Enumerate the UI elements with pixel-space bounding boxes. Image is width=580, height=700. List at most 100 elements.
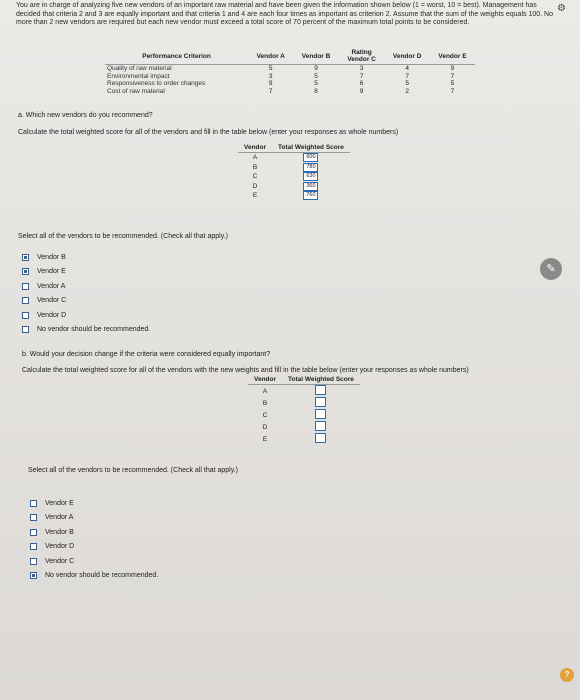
criteria-table: Performance Criterion Vendor A Vendor B … xyxy=(105,48,475,95)
table-row: C 630 xyxy=(238,172,350,182)
rating-cell: 4 xyxy=(405,65,409,72)
part-b-score-table: Vendor Total Weighted Score A B C D E xyxy=(248,375,360,445)
table-row: Cost of raw material 7 8 9 2 7 xyxy=(105,88,475,96)
option-vendor-e[interactable]: Vendor E xyxy=(30,496,158,511)
checkbox[interactable] xyxy=(22,326,29,334)
option-no-vendor[interactable]: No vendor should be recommended. xyxy=(22,323,150,338)
option-label: Vendor D xyxy=(37,311,67,319)
option-label: Vendor E xyxy=(37,268,66,276)
score-input[interactable]: 360 xyxy=(303,181,319,191)
gear-icon[interactable]: ⚙ xyxy=(557,3,566,14)
rating-cell: 3 xyxy=(268,72,273,80)
table-row: D 360 xyxy=(238,181,350,192)
option-vendor-e[interactable]: Vendor E xyxy=(22,265,150,280)
score-input[interactable] xyxy=(315,385,327,395)
table-row: A 600 xyxy=(238,153,350,163)
score-input[interactable] xyxy=(315,433,327,443)
part-a-score-table: Vendor Total Weighted Score A 600 B 780 … xyxy=(238,143,350,201)
checkbox[interactable] xyxy=(22,268,29,276)
score-column-header: Total Weighted Score xyxy=(282,375,360,385)
rating-cell: 7 xyxy=(450,72,455,80)
rating-cell: 5 xyxy=(405,80,409,87)
table-row: Quality of raw material 5 9 3 4 9 xyxy=(105,65,475,73)
criterion-label: Quality of raw material xyxy=(107,65,172,72)
rating-cell: 5 xyxy=(450,80,455,87)
vendor-cell: A xyxy=(262,387,268,395)
checkbox[interactable] xyxy=(30,557,37,565)
criteria-header: Vendor B xyxy=(293,48,339,65)
rating-cell: 7 xyxy=(405,72,409,80)
score-input[interactable] xyxy=(315,409,327,419)
option-vendor-d[interactable]: Vendor D xyxy=(30,540,158,555)
option-vendor-a[interactable]: Vendor A xyxy=(22,279,150,294)
part-b-instruction: Calculate the total weighted score for a… xyxy=(22,367,469,374)
checkbox[interactable] xyxy=(30,528,37,536)
score-column-header: Total Weighted Score xyxy=(272,143,350,153)
criteria-header: Rating Vendor C xyxy=(338,48,385,65)
part-a-instruction: Calculate the total weighted score for a… xyxy=(18,129,399,136)
criteria-header: Vendor E xyxy=(429,48,475,65)
part-a-question: a. Which new vendors do you recommend? xyxy=(18,112,153,119)
option-label: Vendor B xyxy=(37,253,66,261)
option-vendor-c[interactable]: Vendor C xyxy=(22,294,150,309)
option-vendor-b[interactable]: Vendor B xyxy=(30,525,158,540)
score-input[interactable]: 600 xyxy=(303,153,319,163)
rating-cell: 6 xyxy=(359,80,364,87)
option-no-vendor[interactable]: No vendor should be recommended. xyxy=(30,569,158,584)
vendor-cell: D xyxy=(262,423,268,431)
rating-cell: 5 xyxy=(268,65,273,72)
score-input[interactable]: 630 xyxy=(303,172,319,182)
option-label: Vendor C xyxy=(45,557,75,565)
criterion-label: Environmental impact xyxy=(107,72,170,80)
score-input[interactable]: 760 xyxy=(303,191,319,201)
checkbox[interactable] xyxy=(22,253,29,261)
part-a-options: Vendor B Vendor E Vendor A Vendor C Vend… xyxy=(22,250,150,337)
rating-cell: 7 xyxy=(268,87,273,95)
option-vendor-b[interactable]: Vendor B xyxy=(22,250,150,265)
table-row: B xyxy=(248,397,360,409)
checkbox[interactable] xyxy=(22,297,29,305)
pencil-icon[interactable]: ✎ xyxy=(540,258,562,280)
criteria-header: Vendor A xyxy=(248,48,294,65)
criterion-label: Cost of raw material xyxy=(107,87,165,95)
table-row: E xyxy=(248,433,360,445)
criteria-header: Performance Criterion xyxy=(105,48,249,65)
vendor-cell: B xyxy=(262,399,268,407)
option-vendor-d[interactable]: Vendor D xyxy=(22,308,150,323)
vendor-cell: C xyxy=(252,173,258,181)
option-label: Vendor B xyxy=(45,528,74,536)
checkbox[interactable] xyxy=(30,572,37,580)
vendor-cell: A xyxy=(252,154,258,162)
part-b-select-prompt: Select all of the vendors to be recommen… xyxy=(28,467,238,474)
criteria-header: Vendor D xyxy=(384,48,430,65)
score-input[interactable] xyxy=(315,421,327,431)
rating-cell: 9 xyxy=(268,80,273,87)
help-icon[interactable]: ? xyxy=(560,668,574,682)
checkbox[interactable] xyxy=(22,282,29,290)
option-label: No vendor should be recommended. xyxy=(45,572,159,580)
vendor-column-header: Vendor xyxy=(238,143,273,153)
rating-cell: 7 xyxy=(359,72,364,80)
criterion-label: Responsiveness to order changes xyxy=(107,80,206,87)
option-vendor-a[interactable]: Vendor A xyxy=(30,511,158,526)
table-row: E 760 xyxy=(238,191,350,201)
score-input[interactable]: 780 xyxy=(303,162,319,172)
checkbox[interactable] xyxy=(30,543,37,551)
part-a-select-prompt: Select all of the vendors to be recommen… xyxy=(18,233,228,240)
option-vendor-c[interactable]: Vendor C xyxy=(30,554,158,569)
rating-cell: 5 xyxy=(314,80,318,87)
score-input[interactable] xyxy=(315,397,327,407)
rating-cell: 7 xyxy=(450,87,455,95)
rating-cell: 9 xyxy=(450,65,455,72)
rating-cell: 2 xyxy=(405,87,409,95)
rating-cell: 8 xyxy=(314,87,318,95)
rating-cell: 9 xyxy=(359,87,364,95)
vendor-cell: E xyxy=(262,435,268,443)
option-label: Vendor C xyxy=(37,297,67,305)
checkbox[interactable] xyxy=(22,311,29,319)
rating-cell: 5 xyxy=(314,72,318,80)
checkbox[interactable] xyxy=(30,499,37,507)
vendor-cell: C xyxy=(262,411,268,419)
option-label: No vendor should be recommended. xyxy=(37,326,151,334)
checkbox[interactable] xyxy=(30,514,37,522)
